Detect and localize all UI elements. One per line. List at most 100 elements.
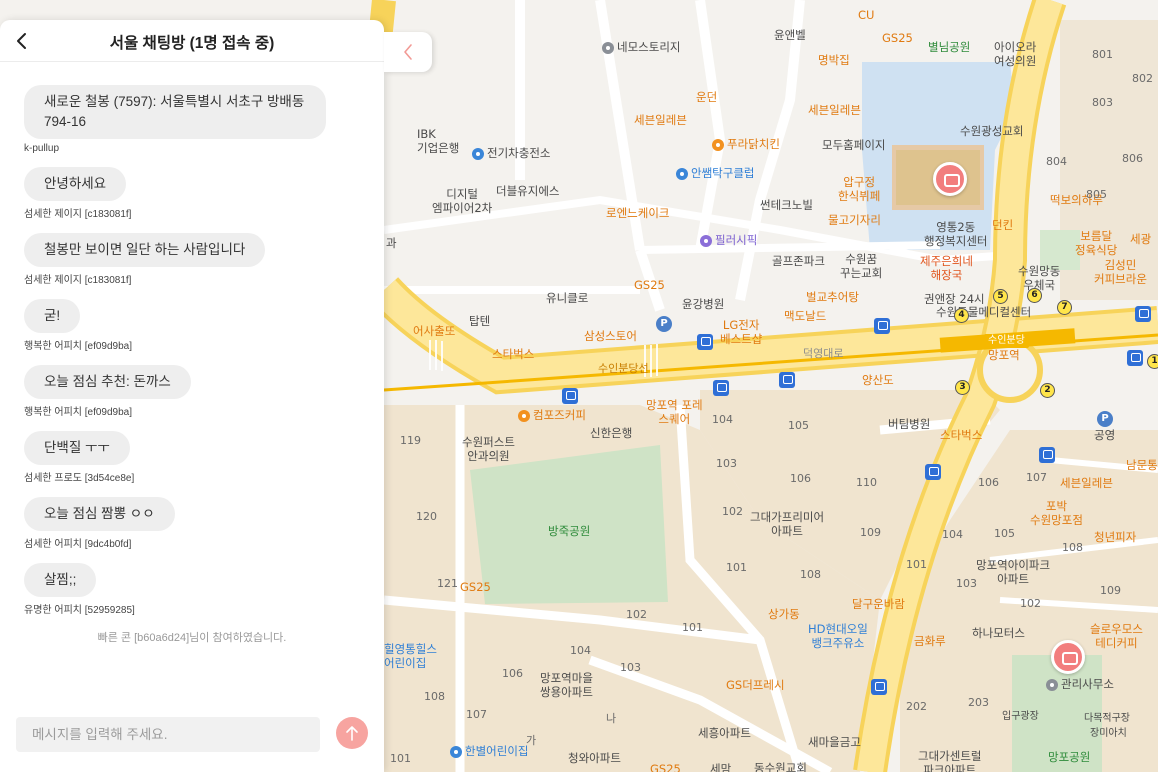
poi-mangpo-station[interactable]: 망포역	[988, 348, 1020, 362]
poi-compose[interactable]: 컴포즈커피	[518, 408, 586, 422]
poi-roen[interactable]: 로엔느케이크	[606, 206, 669, 220]
station-exit-3[interactable]: 3	[955, 380, 970, 395]
station-exit-5[interactable]: 5	[993, 289, 1008, 304]
poi-digital[interactable]: 디지털 엠파이어2차	[432, 187, 492, 215]
poi-aiora[interactable]: 아이오라 여성의원	[994, 40, 1036, 68]
poi-suwon-church[interactable]: 수원광성교회	[960, 124, 1023, 138]
poi-pillar[interactable]: 필러시픽	[700, 233, 757, 247]
poi-hd-oilbank[interactable]: HD현대오일 뱅크주유소	[808, 622, 868, 650]
poi-yeongtong2[interactable]: 영통2동 행정복지센터	[924, 220, 987, 248]
poi-suwon-kkum[interactable]: 수원꿈 꾸는교회	[840, 252, 882, 280]
subway-line-badge[interactable]: 수인분당	[984, 334, 1029, 348]
poi-anssaem[interactable]: 안쌤탁구클럽	[676, 166, 754, 180]
message-list[interactable]: 새로운 철봉 (7597): 서울특별시 서초구 방배동 794-16 k-pu…	[0, 62, 384, 712]
poi-uniqlo[interactable]: 유니클로	[546, 291, 588, 305]
poi-modu[interactable]: 모두홈페이지	[822, 138, 885, 152]
poi-cheongwa[interactable]: 청와아파트	[568, 751, 621, 765]
poi-ibk[interactable]: IBK 기업은행	[417, 127, 459, 155]
poi-hanbyeol[interactable]: 한별어린이집	[450, 744, 528, 758]
poi-sebon-1[interactable]: 세븐일레븐	[808, 103, 861, 117]
poi-gwanri[interactable]: 관리사무소	[1046, 677, 1114, 691]
poi-geumhwaru[interactable]: 금화루	[914, 634, 946, 648]
poi-ssunte[interactable]: 썬테크노빌	[760, 198, 813, 212]
poi-gs-fresh[interactable]: GS더프레시	[726, 678, 785, 692]
poi-gwa[interactable]: 과	[386, 236, 397, 250]
poi-daomokja[interactable]: 다목적구장	[1084, 712, 1130, 726]
poi-apgujeong[interactable]: 압구정 한식뷔페	[838, 175, 880, 203]
parking-icon[interactable]: P	[656, 316, 672, 332]
poi-shinhan[interactable]: 신한은행	[590, 426, 632, 440]
poi-starbucks-1[interactable]: 스타벅스	[492, 347, 534, 361]
poi-jangmi[interactable]: 장미아치	[1090, 727, 1127, 741]
poi-gwon[interactable]: 권앤장 24시	[924, 292, 985, 306]
station-exit-6[interactable]: 6	[1027, 288, 1042, 303]
bus-stop-icon[interactable]	[713, 380, 729, 396]
poi-samsung[interactable]: 삼성스토어	[584, 329, 637, 343]
poi-byeolnim-park[interactable]: 별님공원	[928, 40, 970, 54]
poi-beolgyo[interactable]: 벌교추어탕	[806, 290, 859, 304]
poi-yungang[interactable]: 윤강병원	[682, 297, 724, 311]
poi-dongsu[interactable]: 동수원교회	[754, 761, 807, 772]
poi-sehung[interactable]: 세흥아파트	[698, 726, 751, 740]
station-exit-2[interactable]: 2	[1040, 383, 1055, 398]
poi-saemaeul[interactable]: 새마을금고	[808, 735, 861, 749]
poi-grandcenter[interactable]: 그대가센트럴 파크아파트	[918, 749, 981, 772]
poi-ipgu[interactable]: 입구광장	[1002, 710, 1039, 724]
poi-nemostory[interactable]: 네모스토리지	[602, 40, 680, 54]
poi-dunkin[interactable]: 던킨	[992, 218, 1013, 232]
poi-yangsando[interactable]: 양산도	[862, 373, 894, 387]
poi-sanggadong[interactable]: 상가동	[768, 607, 800, 621]
pullup-bar-marker-icon[interactable]	[933, 162, 967, 196]
poi-mangpo-park[interactable]: 망포공원	[1048, 750, 1090, 764]
station-exit-7[interactable]: 7	[1057, 300, 1072, 315]
parking-icon[interactable]: P	[1097, 411, 1113, 427]
pullup-bar-marker-icon[interactable]	[1051, 640, 1085, 674]
poi-hanamotors[interactable]: 하나모터스	[972, 626, 1025, 640]
poi-mulgogi[interactable]: 물고기자리	[828, 213, 881, 227]
poi-boreumdal[interactable]: 보름달 정육식당	[1075, 229, 1117, 257]
bus-stop-icon[interactable]	[925, 464, 941, 480]
poi-suwon-animal[interactable]: 수원동물메디컬센터	[936, 305, 1031, 319]
poi-golf[interactable]: 골프존파크	[772, 254, 825, 268]
poi-jeju[interactable]: 제주은희네 해장국	[920, 254, 973, 282]
poi-slower[interactable]: 슬로우모스 테디커피	[1090, 622, 1143, 650]
poi-tapten[interactable]: 탑텐	[469, 314, 490, 328]
poi-mangpo-maeul[interactable]: 망포역마을 쌍용아파트	[540, 671, 593, 699]
poi-gs25-b2[interactable]: GS25	[650, 762, 681, 772]
bus-stop-icon[interactable]	[1135, 306, 1151, 322]
poi-nammun[interactable]: 남문통	[1126, 458, 1158, 472]
poi-deopuleu[interactable]: 더블유지에스	[496, 184, 559, 198]
bus-stop-icon[interactable]	[779, 372, 795, 388]
poi-sebon-right[interactable]: 세븐일레븐	[1060, 476, 1113, 490]
bus-stop-icon[interactable]	[871, 679, 887, 695]
poi-cheongnyeon[interactable]: 청년피자	[1094, 530, 1136, 544]
poi-dalgugun[interactable]: 달구운바람	[852, 597, 905, 611]
station-exit-4[interactable]: 4	[954, 308, 969, 323]
bus-stop-icon[interactable]	[1039, 447, 1055, 463]
bus-stop-icon[interactable]	[562, 388, 578, 404]
poi-bangjuk-park[interactable]: 방죽공원	[548, 524, 590, 538]
poi-cu[interactable]: CU	[858, 8, 874, 22]
poi-mangpo-forest[interactable]: 망포역 포레 스퀘어	[646, 398, 703, 426]
poi-suwon-first[interactable]: 수원퍼스트 안과의원	[462, 435, 515, 463]
poi-myeongbakjip[interactable]: 명박집	[818, 53, 850, 67]
poi-starbucks-2[interactable]: 스타벅스	[940, 428, 982, 442]
poi-gs25-top[interactable]: GS25	[882, 31, 913, 45]
poi-gongyeong[interactable]: 공영	[1094, 428, 1115, 442]
poi-yunaenbel[interactable]: 윤앤벨	[774, 28, 806, 42]
poi-undeon[interactable]: 운던	[696, 90, 717, 104]
poi-gs25-mid[interactable]: GS25	[634, 278, 665, 292]
poi-grandprime[interactable]: 그대가프리미어 아파트	[750, 510, 824, 538]
poi-saegwang[interactable]: 세광	[1130, 232, 1151, 246]
poi-sebon-2[interactable]: 세븐일레븐	[634, 113, 687, 127]
collapse-panel-button[interactable]	[384, 32, 432, 72]
poi-mcd[interactable]: 맥도날드	[784, 309, 826, 323]
poi-pura[interactable]: 푸라닭치킨	[712, 137, 780, 151]
poi-eosa[interactable]: 어사출또	[413, 324, 455, 338]
poi-mangpoyeok-ipark[interactable]: 망포역아이파크 아파트	[976, 558, 1050, 586]
message-input[interactable]	[16, 717, 320, 752]
bus-stop-icon[interactable]	[697, 334, 713, 350]
poi-pobak[interactable]: 포박 수원망포점	[1030, 499, 1083, 527]
poi-gs25-bottom[interactable]: GS25	[460, 580, 491, 594]
poi-kimseongmin[interactable]: 김성민 커피브라운	[1094, 258, 1147, 286]
